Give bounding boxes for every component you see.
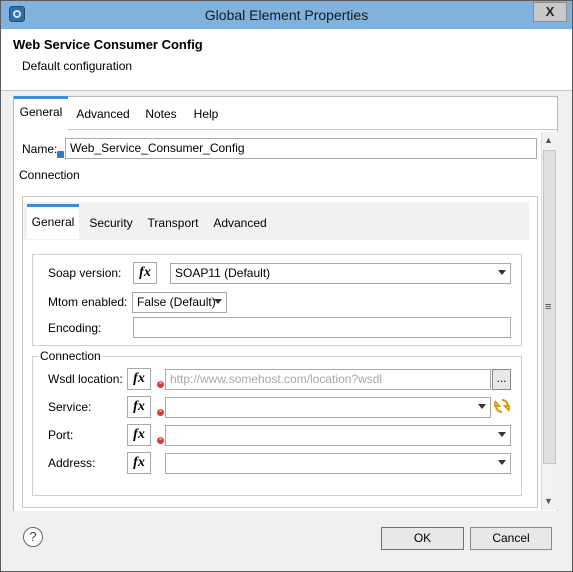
soap-version-label: Soap version:	[48, 266, 122, 280]
name-input[interactable]: Web_Service_Consumer_Config	[65, 138, 537, 159]
tab-help[interactable]: Help	[188, 99, 224, 129]
service-fx-button[interactable]: fx	[127, 396, 151, 418]
error-icon: ×	[157, 409, 164, 416]
service-select[interactable]	[165, 397, 491, 418]
port-label: Port:	[48, 428, 74, 442]
scroll-grip-icon: ≡	[545, 301, 552, 313]
error-icon: ×	[157, 437, 164, 444]
inner-tab-security[interactable]: Security	[85, 208, 137, 238]
inner-tab-advanced[interactable]: Advanced	[210, 208, 270, 238]
tab-advanced[interactable]: Advanced	[71, 99, 135, 129]
refresh-icon[interactable]	[492, 398, 512, 414]
service-label: Service:	[48, 400, 92, 414]
wsdl-fx-button[interactable]: fx	[127, 368, 151, 390]
window-title: Global Element Properties	[204, 7, 369, 23]
info-icon	[57, 151, 64, 158]
soap-version-fx-button[interactable]: fx	[133, 262, 157, 284]
chevron-down-icon	[498, 270, 506, 275]
chevron-down-icon	[498, 460, 506, 465]
scroll-down-icon[interactable]: ▼	[544, 496, 553, 506]
cancel-button[interactable]: Cancel	[470, 527, 552, 550]
dialog-subtitle: Default configuration	[22, 59, 133, 73]
tab-divider	[68, 129, 558, 130]
chevron-down-icon	[498, 432, 506, 437]
mtom-select[interactable]: False (Default)	[132, 292, 227, 313]
soap-version-value: SOAP11 (Default)	[175, 266, 271, 280]
tab-general[interactable]: General	[14, 96, 68, 126]
help-icon[interactable]: ?	[23, 527, 43, 547]
address-fx-button[interactable]: fx	[127, 452, 151, 474]
browse-button[interactable]: ...	[492, 369, 511, 390]
ok-button[interactable]: OK	[381, 527, 464, 550]
port-fx-button[interactable]: fx	[127, 424, 151, 446]
encoding-label: Encoding:	[48, 321, 102, 335]
wsdl-location-input[interactable]: http://www.somehost.com/location?wsdl	[165, 369, 491, 390]
close-button[interactable]: X	[533, 2, 567, 22]
scroll-up-icon[interactable]: ▲	[544, 135, 553, 145]
error-icon: ×	[157, 381, 164, 388]
dialog-title: Web Service Consumer Config	[13, 37, 203, 52]
tab-notes[interactable]: Notes	[140, 99, 182, 129]
mtom-label: Mtom enabled:	[48, 295, 128, 309]
address-label: Address:	[48, 456, 96, 470]
connection-label: Connection	[19, 168, 80, 182]
chevron-down-icon	[478, 404, 486, 409]
soap-version-select[interactable]: SOAP11 (Default)	[170, 263, 511, 284]
address-select[interactable]	[165, 453, 511, 474]
inner-tab-general[interactable]: General	[27, 204, 79, 239]
inner-tab-transport[interactable]: Transport	[145, 208, 201, 238]
encoding-input[interactable]	[133, 317, 511, 338]
connection-group-label: Connection	[38, 349, 103, 363]
wsdl-location-label: Wsdl location:	[48, 372, 123, 386]
chevron-down-icon	[214, 299, 222, 304]
mtom-value: False (Default)	[137, 295, 216, 309]
port-select[interactable]	[165, 425, 511, 446]
name-label: Name:	[22, 142, 58, 156]
